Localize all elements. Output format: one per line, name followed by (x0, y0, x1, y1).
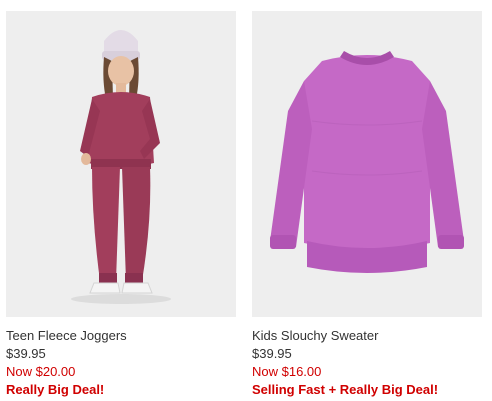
product-grid: Teen Fleece Joggers $39.95 Now $20.00 Re… (0, 0, 492, 401)
original-price: $39.95 (252, 346, 292, 361)
product-info-sweater: Kids Slouchy Sweater $39.95 Now $16.00 S… (252, 317, 482, 398)
promo-badge: Really Big Deal! (6, 382, 105, 397)
product-card-sweater[interactable]: Kids Slouchy Sweater $39.95 Now $16.00 S… (252, 11, 482, 398)
sale-price: Now $16.00 (252, 364, 322, 379)
product-card-joggers[interactable]: Teen Fleece Joggers $39.95 Now $20.00 Re… (6, 11, 236, 398)
model-figure-icon (71, 30, 171, 304)
original-price: $39.95 (6, 346, 46, 361)
product-name[interactable]: Kids Slouchy Sweater (252, 327, 482, 344)
product-name[interactable]: Teen Fleece Joggers (6, 327, 236, 344)
promo-badge: Selling Fast + Really Big Deal! (252, 382, 439, 397)
product-image-sweater[interactable] (252, 11, 482, 317)
sale-price: Now $20.00 (6, 364, 76, 379)
product-image-joggers[interactable] (6, 11, 236, 317)
sweater-garment-icon (270, 51, 464, 273)
product-info-joggers: Teen Fleece Joggers $39.95 Now $20.00 Re… (6, 317, 236, 398)
